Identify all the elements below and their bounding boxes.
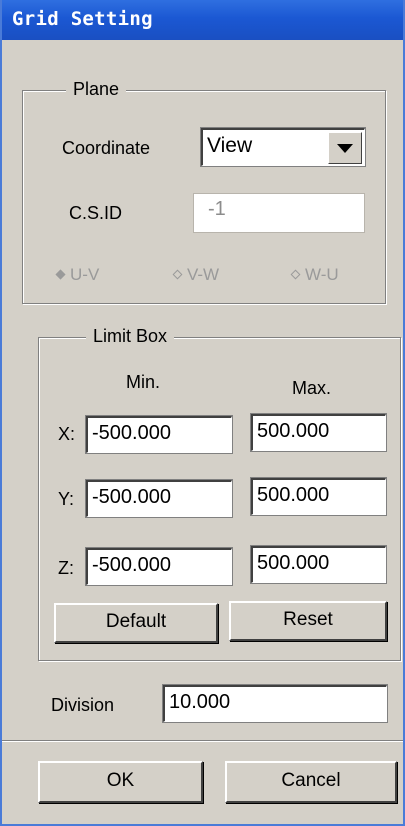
- radio-w-u[interactable]: W-U: [290, 265, 339, 285]
- coordinate-label: Coordinate: [62, 138, 151, 158]
- window-title: Grid Setting: [12, 8, 153, 30]
- coordinate-select-value: View: [207, 134, 253, 157]
- title-bar[interactable]: Grid Setting: [2, 0, 403, 40]
- min-header: Min.: [126, 372, 161, 392]
- reset-button[interactable]: Reset: [229, 601, 387, 641]
- radio-w-u-label: W-U: [305, 265, 339, 284]
- radio-v-w[interactable]: V-W: [172, 265, 219, 285]
- footer-divider: [2, 740, 403, 742]
- csid-label: C.S.ID: [69, 203, 123, 223]
- plane-group-legend: Plane: [66, 79, 127, 99]
- x-axis-label: X:: [58, 424, 76, 444]
- radio-selected-icon: [55, 269, 66, 280]
- chevron-down-icon[interactable]: [328, 132, 362, 164]
- y-axis-label: Y:: [58, 489, 75, 509]
- radio-v-w-label: V-W: [187, 265, 220, 284]
- grid-setting-window: Grid Setting Plane Coordinate View C.S.I…: [0, 0, 405, 826]
- division-label: Division: [51, 695, 115, 715]
- x-min-field[interactable]: -500.000: [85, 415, 233, 454]
- coordinate-select[interactable]: View: [200, 127, 366, 167]
- ok-button[interactable]: OK: [38, 761, 203, 803]
- max-header: Max.: [292, 378, 332, 398]
- radio-u-v-label: U-V: [70, 265, 100, 284]
- z-max-field[interactable]: 500.000: [250, 545, 387, 584]
- cancel-button[interactable]: Cancel: [225, 761, 397, 803]
- division-field[interactable]: 10.000: [162, 684, 388, 723]
- y-max-field[interactable]: 500.000: [250, 477, 387, 516]
- z-min-field[interactable]: -500.000: [85, 547, 233, 586]
- z-axis-label: Z:: [58, 558, 74, 578]
- radio-unselected-icon: [290, 269, 301, 280]
- radio-u-v[interactable]: U-V: [55, 265, 99, 285]
- y-min-field[interactable]: -500.000: [85, 479, 233, 518]
- radio-unselected-icon: [172, 269, 183, 280]
- default-button[interactable]: Default: [54, 603, 218, 643]
- csid-field: -1: [193, 193, 365, 233]
- x-max-field[interactable]: 500.000: [250, 413, 387, 452]
- limit-box-legend: Limit Box: [86, 326, 175, 346]
